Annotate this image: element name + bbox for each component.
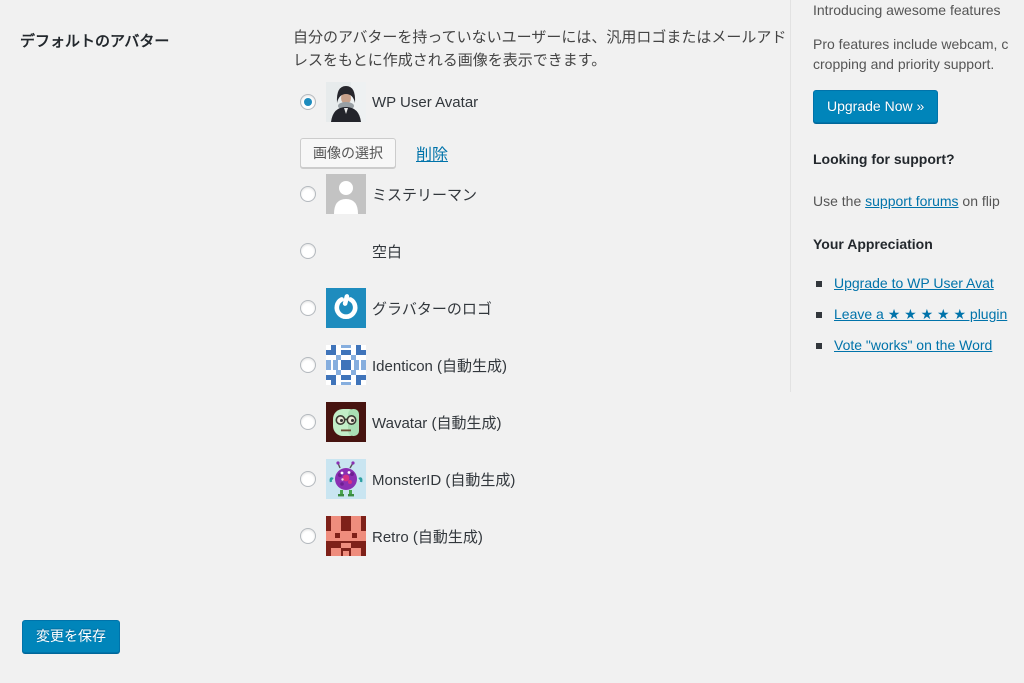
upgrade-pro-link[interactable]: Upgrade to WP User Avat bbox=[834, 274, 994, 293]
avatar-option-label[interactable]: Identicon (自動生成) bbox=[372, 355, 507, 376]
radio-button[interactable] bbox=[300, 94, 316, 110]
wp-user-avatar-image bbox=[326, 82, 366, 122]
support-text-suffix: on flip bbox=[958, 193, 1000, 209]
support-heading: Looking for support? bbox=[813, 151, 955, 167]
blank-avatar-spacer bbox=[326, 231, 366, 271]
wavatar-avatar bbox=[326, 402, 366, 442]
vote-works-link[interactable]: Vote "works" on the Word bbox=[834, 336, 992, 355]
upgrade-now-button[interactable]: Upgrade Now » bbox=[813, 90, 939, 123]
description-text: 自分のアバターを持っていないユーザーには、汎用ロゴまたはメールアドレスをもとに作… bbox=[293, 29, 787, 69]
bullet-icon bbox=[816, 280, 822, 287]
appreciation-list: Upgrade to WP User Avat Leave a ★ ★ ★ ★ … bbox=[813, 274, 1024, 355]
plugin-sidebar: Introducing awesome features Pro feature… bbox=[790, 0, 1024, 392]
radio-button[interactable] bbox=[300, 414, 316, 430]
avatar-option-label[interactable]: MonsterID (自動生成) bbox=[372, 469, 515, 490]
bullet-icon bbox=[816, 342, 822, 349]
pro-features-text-line1: Pro features include webcam, c bbox=[813, 36, 1009, 52]
avatar-option-label[interactable]: WP User Avatar bbox=[372, 94, 478, 111]
list-item: Leave a ★ ★ ★ ★ ★ plugin bbox=[813, 305, 1024, 324]
list-item: Upgrade to WP User Avat bbox=[813, 274, 1024, 293]
remove-image-link[interactable]: 削除 bbox=[416, 141, 448, 165]
gravatar-logo-icon bbox=[326, 288, 366, 328]
avatar-option-label[interactable]: ミステリーマン bbox=[372, 184, 477, 205]
field-label-default-avatar: デフォルトのアバター bbox=[20, 33, 170, 50]
avatar-option-retro[interactable]: Retro (自動生成) bbox=[293, 516, 798, 556]
list-item: Vote "works" on the Word bbox=[813, 336, 1024, 355]
avatar-option-label[interactable]: Retro (自動生成) bbox=[372, 526, 483, 547]
avatar-option-wp-user-avatar[interactable]: WP User Avatar bbox=[293, 82, 798, 122]
avatar-option-label[interactable]: グラバターのロゴ bbox=[372, 298, 492, 319]
support-forums-link[interactable]: support forums bbox=[865, 193, 958, 209]
mystery-man-avatar bbox=[326, 174, 366, 214]
avatar-option-gravatar-logo[interactable]: グラバターのロゴ bbox=[293, 288, 798, 328]
appreciation-heading: Your Appreciation bbox=[813, 236, 933, 252]
support-text: Use the support forums on flip bbox=[813, 191, 1024, 211]
radio-button[interactable] bbox=[300, 471, 316, 487]
support-text-prefix: Use the bbox=[813, 193, 866, 209]
avatar-option-label[interactable]: Wavatar (自動生成) bbox=[372, 412, 501, 433]
avatar-option-wavatar[interactable]: Wavatar (自動生成) bbox=[293, 402, 798, 442]
plugin-review-link[interactable]: Leave a ★ ★ ★ ★ ★ plugin bbox=[834, 305, 1007, 324]
avatar-option-identicon[interactable]: Identicon (自動生成) bbox=[293, 345, 798, 385]
pro-features-text-line2: cropping and priority support. bbox=[813, 56, 995, 72]
retro-avatar bbox=[326, 516, 366, 556]
avatar-option-monsterid[interactable]: MonsterID (自動生成) bbox=[293, 459, 798, 499]
avatar-option-mystery-man[interactable]: ミステリーマン bbox=[293, 174, 798, 214]
identicon-avatar bbox=[326, 345, 366, 385]
bullet-icon bbox=[816, 311, 822, 318]
save-changes-button[interactable]: 変更を保存 bbox=[22, 620, 120, 653]
radio-button[interactable] bbox=[300, 300, 316, 316]
radio-button[interactable] bbox=[300, 528, 316, 544]
avatar-option-blank[interactable]: 空白 bbox=[293, 231, 798, 271]
monsterid-avatar bbox=[326, 459, 366, 499]
default-avatar-setting: 自分のアバターを持っていないユーザーには、汎用ロゴまたはメールアドレスをもとに作… bbox=[293, 26, 798, 573]
custom-avatar-actions: 画像の選択 削除 bbox=[293, 138, 798, 168]
sidebar-intro-text: Introducing awesome features bbox=[813, 2, 1001, 18]
avatar-option-label[interactable]: 空白 bbox=[372, 241, 402, 262]
radio-button[interactable] bbox=[300, 186, 316, 202]
choose-image-button[interactable]: 画像の選択 bbox=[300, 138, 396, 168]
radio-button[interactable] bbox=[300, 357, 316, 373]
radio-button[interactable] bbox=[300, 243, 316, 259]
